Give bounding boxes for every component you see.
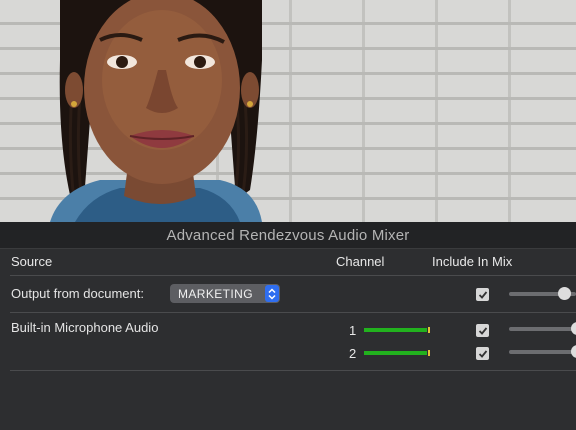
channel-1-volume-slider[interactable]: [509, 322, 576, 335]
channel-2-number: 2: [349, 346, 357, 361]
channel-header: Channel: [336, 254, 385, 269]
updown-chevron-icon: [265, 285, 279, 302]
output-from-document-label: Output from document:: [11, 286, 144, 301]
channel-1-level-meter: [364, 327, 432, 333]
include-document-checkbox[interactable]: [476, 288, 489, 301]
audio-mixer-panel: Advanced Rendezvous Audio Mixer Source C…: [0, 222, 576, 430]
source-header: Source: [11, 254, 53, 269]
microphone-source-label: Built-in Microphone Audio: [11, 320, 159, 335]
channel-2-level-meter: [364, 350, 432, 356]
checkmark-icon: [478, 290, 487, 299]
header-divider: [10, 275, 576, 276]
document-volume-slider[interactable]: [509, 287, 576, 300]
channel-2-volume-slider[interactable]: [509, 345, 576, 358]
channel-1-volume-knob[interactable]: [571, 322, 576, 335]
video-preview: [0, 0, 576, 222]
channel-1-number: 1: [349, 323, 357, 338]
channel-2-volume-knob[interactable]: [571, 345, 576, 358]
document-select[interactable]: MARKETING: [170, 284, 280, 303]
document-select-value: MARKETING: [178, 286, 253, 301]
mixer-titlebar: Advanced Rendezvous Audio Mixer: [0, 222, 576, 249]
checkmark-icon: [478, 349, 487, 358]
include-channel-1-checkbox[interactable]: [476, 324, 489, 337]
row-divider-2: [10, 370, 576, 371]
document-volume-knob[interactable]: [558, 287, 571, 300]
checkmark-icon: [478, 326, 487, 335]
row-divider-1: [10, 312, 576, 313]
include-in-mix-header: Include In Mix: [432, 254, 513, 269]
presenter-image: [50, 0, 262, 222]
include-channel-2-checkbox[interactable]: [476, 347, 489, 360]
mixer-title: Advanced Rendezvous Audio Mixer: [166, 226, 410, 244]
